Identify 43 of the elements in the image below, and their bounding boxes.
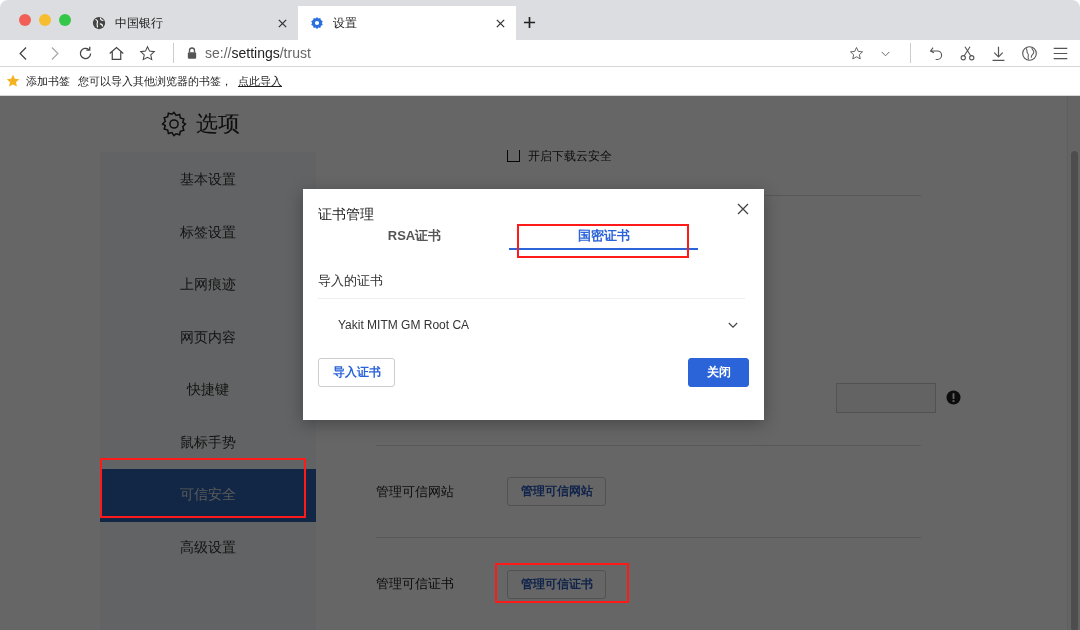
setting-label: 管理可信网站 [376,482,455,501]
checkbox-label: 开启下载云安全 [528,148,612,165]
sidebar-item[interactable]: 基本设置 [100,154,316,207]
gear-icon [160,110,188,138]
gear-icon [310,16,324,30]
download-icon[interactable] [990,44,1007,62]
lock-icon [187,47,197,59]
manage-button[interactable]: 管理可信网站 [507,477,606,507]
chevron-down-icon [728,321,738,329]
setting-label: 管理可信证书 [376,575,455,594]
globe-icon[interactable] [1021,44,1038,62]
browser-tab[interactable]: 中国银行 [80,6,298,40]
dialog-tab[interactable]: RSA证书 [320,224,509,250]
reload-icon[interactable] [77,44,94,62]
close-tab-icon[interactable] [277,17,288,29]
home-icon[interactable] [108,44,125,62]
page-title: 选项 [196,110,240,138]
globe-icon [92,16,106,30]
sidebar-item[interactable]: 可信安全 [100,469,316,522]
star-icon[interactable] [849,45,864,61]
import-certificate-button[interactable]: 导入证书 [318,358,395,387]
scissors-icon[interactable] [959,44,976,62]
close-button[interactable]: 关闭 [688,358,749,387]
info-icon [946,390,961,406]
bookmark-label: 添加书签 [26,73,70,89]
address-field[interactable]: se://settings/trust [205,45,311,61]
sidebar-item[interactable]: 高级设置 [100,521,316,574]
undo-icon[interactable] [928,44,945,62]
manage-button[interactable]: 管理可信证书 [507,569,606,599]
dialog-tab[interactable]: 国密证书 [509,224,698,250]
close-tab-icon[interactable] [495,17,506,29]
browser-tab[interactable]: 设置 [298,6,516,40]
certificate-select[interactable]: Yakit MITM GM Root CA [338,303,738,347]
sidebar-item[interactable]: 鼠标手势 [100,416,316,469]
bookmark-hint: 您可以导入其他浏览器的书签， [78,73,232,89]
star-icon[interactable] [139,44,156,62]
star-icon [6,74,20,88]
dialog-title: 证书管理 [318,206,374,224]
new-tab-icon[interactable] [523,16,536,29]
close-icon[interactable] [737,203,749,215]
section-label: 导入的证书 [318,272,745,299]
import-link[interactable]: 点此导入 [238,73,282,89]
checkbox[interactable] [507,150,520,162]
